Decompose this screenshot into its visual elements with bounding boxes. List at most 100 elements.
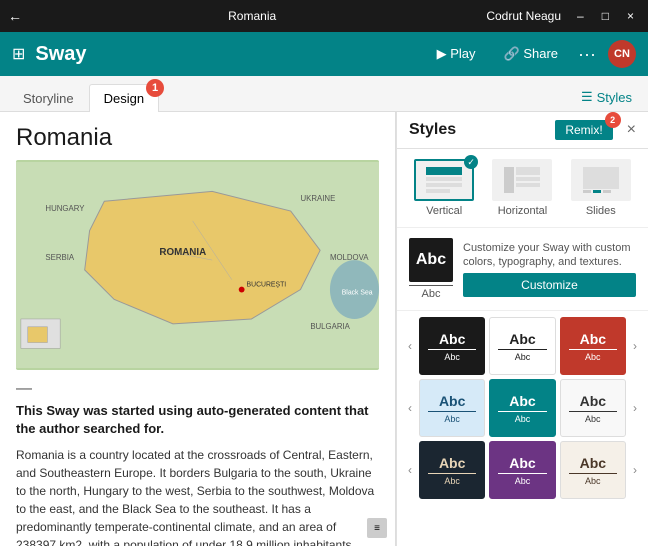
style-row-1: ‹ Abc Abc Abc Abc Abc Abc › — [401, 317, 644, 375]
style-label: Abc — [569, 473, 617, 486]
styles-panel: Styles Remix! 2 × ✓ — [396, 112, 648, 546]
scroll-icon[interactable]: ≡ — [367, 518, 387, 538]
next-arrow-3[interactable]: › — [626, 461, 644, 479]
more-button[interactable]: ··· — [578, 44, 596, 65]
next-arrow-2[interactable]: › — [626, 399, 644, 417]
customize-desc: Customize your Sway with custom colors, … — [463, 241, 636, 270]
abc-block-main: Abc — [409, 238, 453, 282]
style-label: Abc — [428, 349, 476, 362]
style-card-light-gray[interactable]: Abc Abc — [560, 379, 626, 437]
style-card-dark[interactable]: Abc Abc — [419, 317, 485, 375]
svg-text:HUNGARY: HUNGARY — [45, 204, 85, 213]
style-cards-2: Abc Abc Abc Abc Abc Abc — [419, 379, 626, 437]
style-abc: Abc — [509, 393, 535, 409]
check-icon: ✓ — [464, 155, 478, 169]
tab-bar: Storyline Design 1 ☰ Styles — [0, 76, 648, 112]
style-card-dark-blue[interactable]: Abc Abc — [419, 441, 485, 499]
tab-design[interactable]: Design 1 — [89, 84, 159, 112]
style-abc: Abc — [439, 331, 465, 347]
close-button[interactable]: × — [621, 7, 640, 25]
vertical-thumb: ✓ — [414, 159, 474, 201]
style-card-purple[interactable]: Abc Abc — [489, 441, 555, 499]
styles-button[interactable]: ☰ Styles — [573, 85, 640, 109]
svg-text:SERBIA: SERBIA — [45, 253, 74, 262]
vertical-label: Vertical — [426, 205, 462, 217]
customize-section: Abc Abc Customize your Sway with custom … — [397, 228, 648, 311]
dash-divider: — — [16, 380, 379, 398]
svg-text:BULGARIA: BULGARIA — [310, 322, 350, 331]
window-title: Romania — [228, 9, 276, 23]
style-abc: Abc — [439, 455, 465, 471]
map-image: ROMANIA BUCUREȘTI SERBIA HUNGARY UKRAINE… — [16, 160, 379, 370]
styles-icon: ☰ — [581, 89, 593, 105]
styles-badge: 2 — [605, 112, 621, 128]
svg-text:Black Sea: Black Sea — [342, 289, 373, 296]
abc-label-main: Abc — [409, 285, 453, 300]
slides-thumb — [571, 159, 631, 201]
style-card-red[interactable]: Abc Abc — [560, 317, 626, 375]
title-bar-left: ← — [8, 8, 22, 24]
title-bar: ← Romania Codrut Neagu – □ × — [0, 0, 648, 32]
style-abc: Abc — [580, 455, 606, 471]
remix-button[interactable]: Remix! 2 — [555, 120, 612, 140]
customize-text-area: Customize your Sway with custom colors, … — [463, 241, 636, 298]
style-label: Abc — [569, 411, 617, 424]
app-bar-left: ⊞ Sway — [12, 43, 87, 66]
style-label: Abc — [569, 349, 617, 362]
style-label: Abc — [498, 411, 546, 424]
bold-intro: This Sway was started using auto-generat… — [16, 402, 379, 438]
restore-button[interactable]: □ — [596, 7, 615, 25]
app-bar: ⊞ Sway ▶ Play 🔗 Share ··· CN — [0, 32, 648, 76]
layout-options: ✓ Vertical — [397, 149, 648, 228]
style-abc: Abc — [580, 393, 606, 409]
style-abc: Abc — [509, 455, 535, 471]
prev-arrow-1[interactable]: ‹ — [401, 337, 419, 355]
svg-text:ROMANIA: ROMANIA — [159, 247, 206, 258]
design-badge: 1 — [146, 79, 164, 97]
body-content: Romania is a country located at the cros… — [16, 446, 379, 546]
style-grid: ‹ Abc Abc Abc Abc Abc Abc › — [397, 311, 648, 509]
tab-storyline[interactable]: Storyline — [8, 84, 89, 112]
content-panel: Romania ROMANIA BUCUREȘTI SERBIA — [0, 112, 396, 546]
layout-vertical[interactable]: ✓ Vertical — [409, 159, 479, 217]
style-row-2: ‹ Abc Abc Abc Abc Abc Abc › — [401, 379, 644, 437]
style-card-teal[interactable]: Abc Abc — [489, 379, 555, 437]
prev-arrow-3[interactable]: ‹ — [401, 461, 419, 479]
style-label: Abc — [498, 473, 546, 486]
styles-close-button[interactable]: × — [627, 121, 636, 139]
app-bar-right: ▶ Play 🔗 Share ··· CN — [429, 40, 636, 68]
user-name: Codrut Neagu — [482, 7, 565, 25]
style-label: Abc — [498, 349, 546, 362]
slides-label: Slides — [586, 205, 616, 217]
style-abc: Abc — [439, 393, 465, 409]
back-icon[interactable]: ← — [8, 8, 22, 24]
next-arrow-1[interactable]: › — [626, 337, 644, 355]
style-row-3: ‹ Abc Abc Abc Abc Abc Abc › — [401, 441, 644, 499]
share-button[interactable]: 🔗 Share — [496, 42, 567, 66]
layout-horizontal[interactable]: Horizontal — [487, 159, 557, 217]
customize-button[interactable]: Customize — [463, 273, 636, 297]
styles-header: Styles Remix! 2 × — [397, 112, 648, 149]
style-abc: Abc — [509, 331, 535, 347]
svg-text:UKRAINE: UKRAINE — [301, 194, 336, 203]
play-button[interactable]: ▶ Play — [429, 42, 484, 66]
style-label: Abc — [428, 411, 476, 424]
horizontal-label: Horizontal — [498, 205, 548, 217]
avatar: CN — [608, 40, 636, 68]
title-bar-controls: Codrut Neagu – □ × — [482, 7, 640, 25]
prev-arrow-2[interactable]: ‹ — [401, 399, 419, 417]
style-abc: Abc — [580, 331, 606, 347]
style-card-white[interactable]: Abc Abc — [489, 317, 555, 375]
style-card-warm[interactable]: Abc Abc — [560, 441, 626, 499]
horizontal-thumb — [492, 159, 552, 201]
style-label: Abc — [428, 473, 476, 486]
style-cards-1: Abc Abc Abc Abc Abc Abc — [419, 317, 626, 375]
page-title: Romania — [16, 124, 379, 152]
minimize-button[interactable]: – — [571, 7, 590, 25]
layout-slides[interactable]: Slides — [566, 159, 636, 217]
style-card-blue-light[interactable]: Abc Abc — [419, 379, 485, 437]
main-area: Romania ROMANIA BUCUREȘTI SERBIA — [0, 112, 648, 546]
svg-text:BUCUREȘTI: BUCUREȘTI — [247, 282, 287, 289]
grid-icon[interactable]: ⊞ — [12, 44, 25, 64]
app-logo: Sway — [35, 43, 86, 66]
